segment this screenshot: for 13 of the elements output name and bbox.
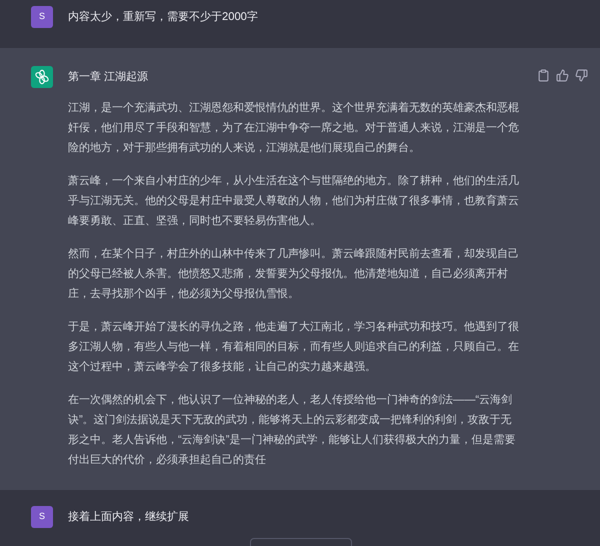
thumbs-up-icon[interactable] — [556, 69, 569, 82]
message-paragraph: 在一次偶然的机会下，他认识了一位神秘的老人，老人传授给他一门神奇的剑法——“云海剑诀”。这门剑法据说是天下无敌的武功，能够将天上的云彩都变成一把锋利的利剑，攻敌于无形之中。老人告诉他，“云海剑诀”是一门神秘的武学，能够让人们获得极大的力量，但是需要付出巨大的代价，必须承担起自己的责任 — [68, 392, 516, 468]
message-paragraph: 然而，在某个日子，村庄外的山林中传来了几声惨叫。萧云峰跟随村民前去查看，却发现自己的父母已经被人杀害。他愤怒又悲痛，发誓要为父母报仇。他清楚地知道，自己必须离开村庄，去寻找那个凶手，他必须为父母报仇雪恨。 — [68, 246, 520, 302]
user-avatar: S — [31, 6, 53, 28]
message-title: 第一章 江湖起源 — [68, 70, 150, 85]
user-message: 内容太少，重新写，需要不少于2000字 — [68, 10, 258, 25]
message-paragraph: 于是，萧云峰开始了漫长的寻仇之路，他走遍了大江南北，学习各种武功和技巧。他遇到了很多江湖人物，有些人与他一样，有着相同的目标，而有些人则追求自己的利益，只顾自己。在这个过程中，萧云峰学会了很多技能，让自己的实力越来越强。 — [68, 320, 520, 375]
message-paragraph: 萧云峰，一个来自小村庄的少年，从小生活在这个与世隔绝的地方。除了耕种，他们的生活几乎与江湖无关。他的父母是村庄中最受人尊敬的人物，他们为村庄做了很多事情，也教育萧云峰要勇敢、正直、坚强，同时也不要轻易伤害他人。 — [68, 174, 520, 229]
message-paragraph: 江湖，是一个充满武功、江湖恩怨和爱恨情仇的世界。这个世界充满着无数的英雄豪杰和恶棍奸佞，他们用尽了手段和智慧，为了在江湖中争夺一席之地。对于普通人来说，江湖是一个危险的地方，对于那些拥有武功的人来说，江湖就是他们展现自己的舞台。 — [68, 100, 520, 156]
user-message: 接着上面内容，继续扩展 — [68, 510, 189, 525]
user-avatar: S — [31, 506, 53, 528]
copy-icon[interactable] — [537, 69, 550, 82]
thumbs-down-icon[interactable] — [575, 69, 588, 82]
